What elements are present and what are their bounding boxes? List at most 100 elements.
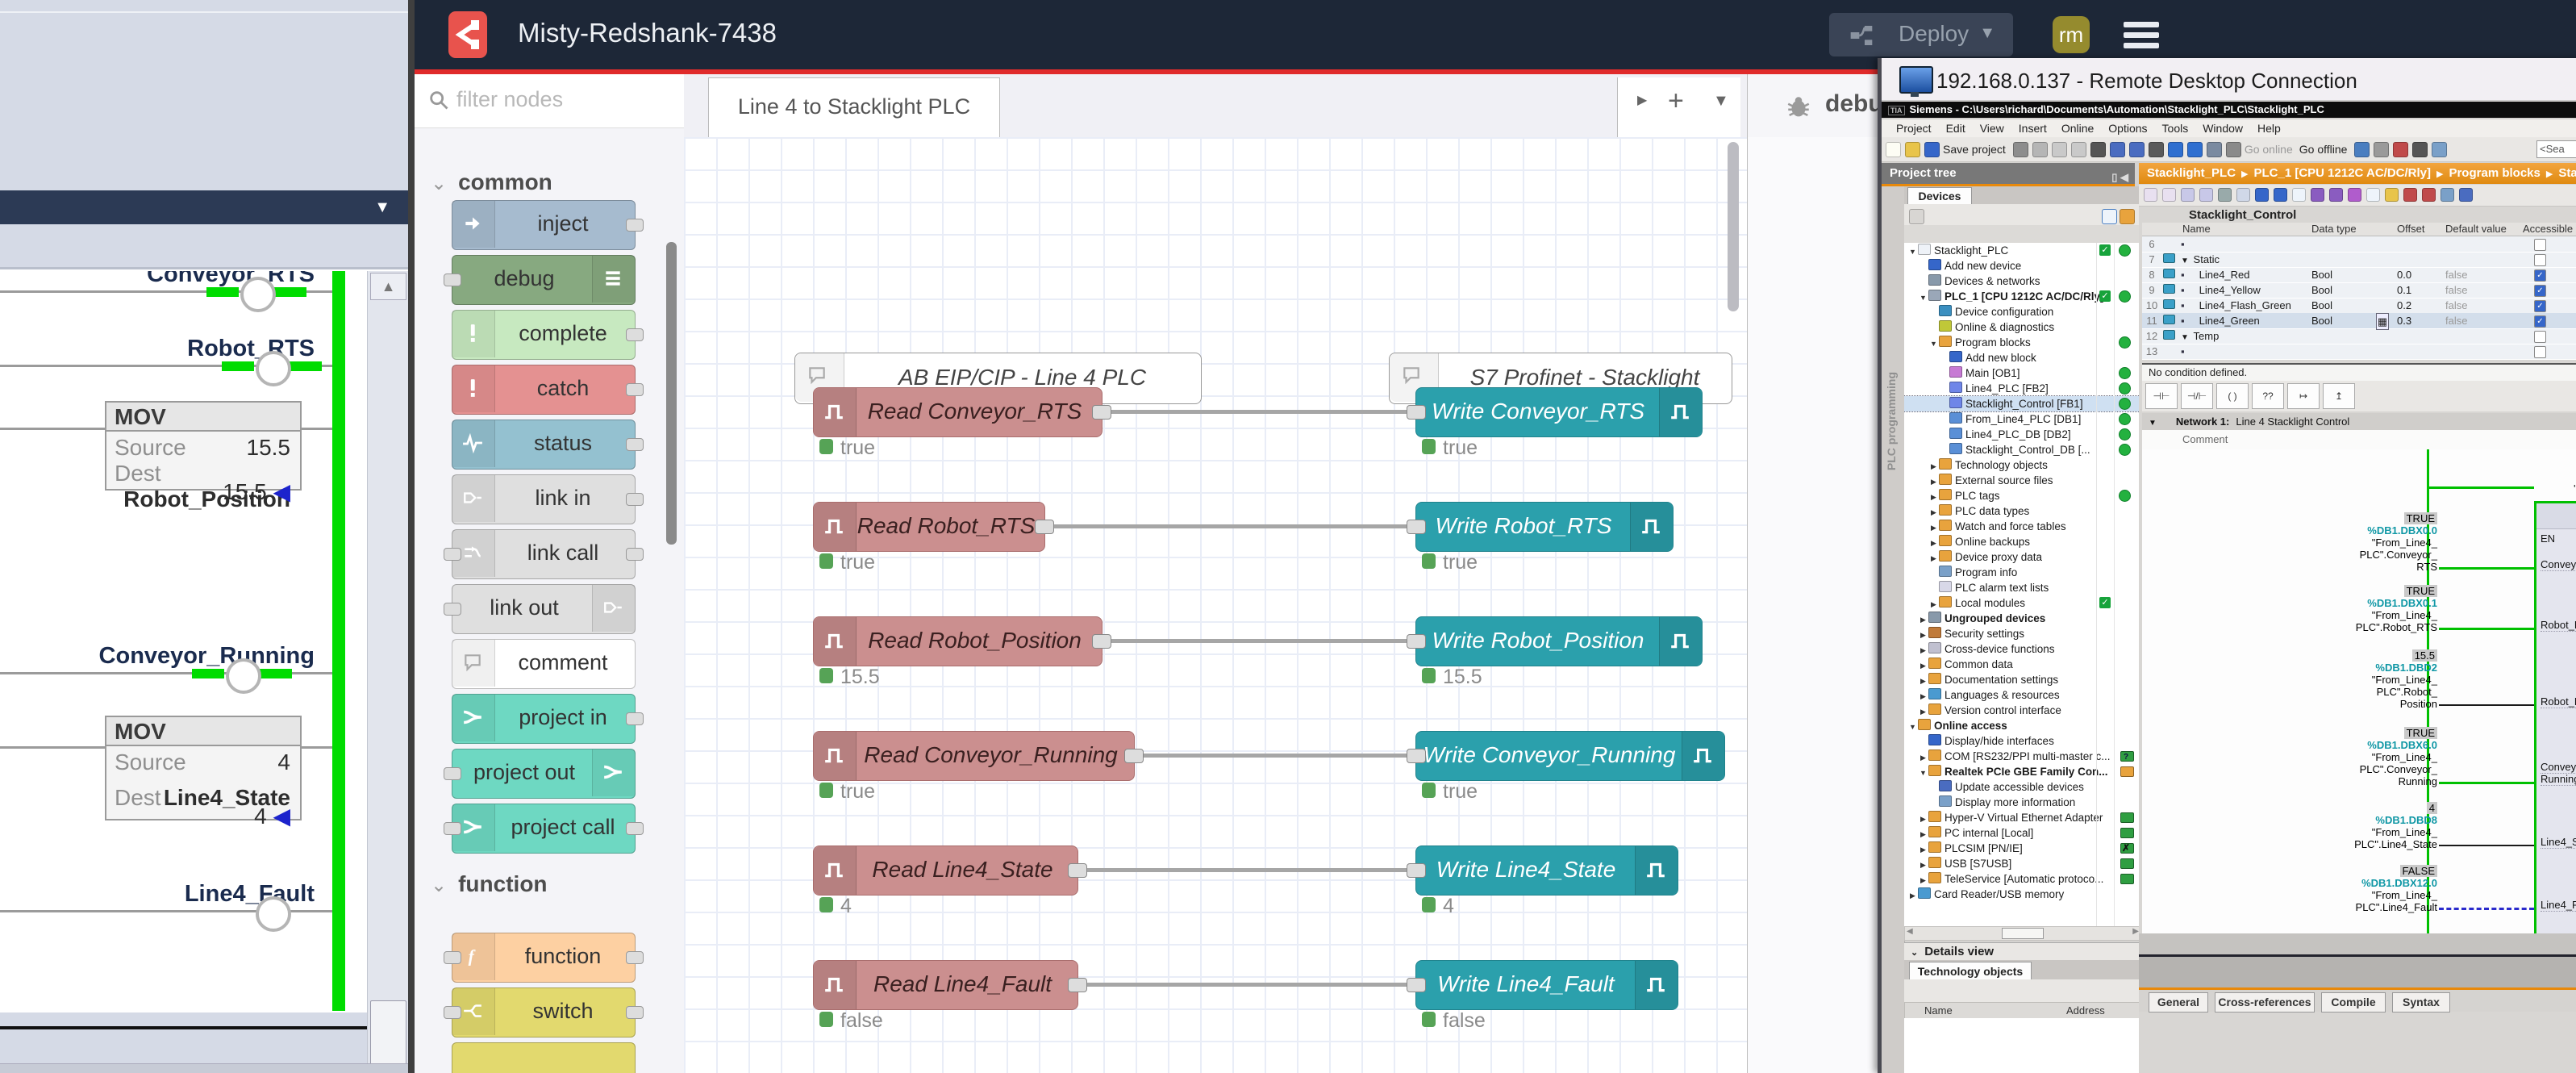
- output-port[interactable]: [626, 712, 644, 725]
- palette-node-link-call[interactable]: link call: [452, 529, 636, 579]
- input-operand[interactable]: TRUE%DB1.DBX6.0"From_Line4_PLC".Conveyor…: [2340, 727, 2437, 787]
- toolbar-icon[interactable]: [2090, 142, 2106, 157]
- rung-tag-label[interactable]: Line4_Fault: [185, 881, 315, 908]
- editor-tool-icon[interactable]: [2366, 188, 2380, 202]
- table-row[interactable]: 7▼ Static: [2142, 252, 2576, 268]
- toolbar-icon[interactable]: [2187, 142, 2203, 157]
- tree-item[interactable]: PLC alarm text lists: [1904, 580, 2140, 595]
- toolbar-icon[interactable]: [2129, 142, 2145, 157]
- input-operand[interactable]: TRUE%DB1.DBX0.1"From_Line4_PLC".Robot_RT…: [2340, 585, 2437, 633]
- tree-item[interactable]: ▶Card Reader/USB memory: [1904, 887, 2140, 902]
- toolbar-icon[interactable]: [2013, 142, 2028, 157]
- go-offline-button[interactable]: Go offline: [2299, 143, 2348, 156]
- palette-section-function[interactable]: ⌄function: [431, 871, 548, 897]
- toolbar-icon[interactable]: [2412, 142, 2428, 157]
- tree-item[interactable]: ▼Program blocks: [1904, 335, 2140, 350]
- input-port[interactable]: [444, 603, 461, 616]
- favorite-instruction-3[interactable]: ??: [2252, 383, 2284, 409]
- editor-tool-icon[interactable]: [2218, 188, 2232, 202]
- toolbar-icon[interactable]: [2226, 142, 2241, 157]
- tree-tool-icon[interactable]: [1909, 209, 1924, 224]
- tree-item[interactable]: ▶Cross-device functions: [1904, 641, 2140, 657]
- editor-tool-icon[interactable]: [2422, 188, 2436, 202]
- palette-node-project-in[interactable]: project in: [452, 694, 636, 744]
- menu-edit[interactable]: Edit: [1946, 119, 1965, 137]
- flow-canvas[interactable]: AB EIP/CIP - Line 4 PLCS7 Profinet - Sta…: [684, 137, 1747, 1073]
- favorite-instruction-0[interactable]: ⊣⊢: [2145, 383, 2178, 409]
- output-port[interactable]: [1092, 634, 1111, 649]
- toolbar-icon[interactable]: [2110, 142, 2125, 157]
- toolbar-icon[interactable]: [2393, 142, 2408, 157]
- output-port[interactable]: [1068, 863, 1087, 878]
- tree-item[interactable]: ▶External source files: [1904, 473, 2140, 488]
- toolbar-icon[interactable]: [2168, 142, 2183, 157]
- scrollbar-thumb[interactable]: [370, 1000, 406, 1073]
- write-node[interactable]: Write Conveyor_RTS: [1415, 387, 1703, 437]
- fb-call-block[interactable]: %FB2"Line4_PLC"ENENOConveyor_RTSRobot_RT…: [2534, 501, 2576, 933]
- palette-node-switch[interactable]: switch: [452, 987, 636, 1038]
- accessible-checkbox[interactable]: ✓: [2534, 269, 2546, 282]
- toolbar-icon[interactable]: [1886, 142, 1901, 157]
- tree-item[interactable]: ▶Online backups: [1904, 534, 2140, 549]
- read-node[interactable]: Read Conveyor_RTS: [813, 387, 1103, 437]
- favorite-instruction-1[interactable]: ⊣/⊢: [2181, 383, 2213, 409]
- output-port[interactable]: [626, 438, 644, 451]
- output-coil[interactable]: [240, 277, 276, 312]
- accessible-checkbox[interactable]: [2534, 239, 2546, 251]
- editor-tool-icon[interactable]: [2329, 188, 2343, 202]
- toolbar-icon[interactable]: [2071, 142, 2086, 157]
- palette-search[interactable]: filter nodes: [415, 74, 684, 128]
- palette-node-catch[interactable]: catch: [452, 365, 636, 415]
- tree-item[interactable]: Add new device: [1904, 258, 2140, 273]
- tree-hscrollbar[interactable]: ◀ ▶: [1904, 926, 2141, 941]
- devices-tab[interactable]: Devices: [1907, 187, 1972, 205]
- accessible-checkbox[interactable]: [2534, 331, 2546, 343]
- palette-node-partial[interactable]: [452, 1042, 636, 1073]
- editor-tool-icon[interactable]: [2348, 188, 2361, 202]
- tree-item[interactable]: Display more information: [1904, 795, 2140, 810]
- flow-list-caret-icon[interactable]: ▼: [1713, 92, 1729, 111]
- tree-item[interactable]: ▶Device proxy data: [1904, 549, 2140, 565]
- output-port[interactable]: [1035, 520, 1054, 534]
- input-port[interactable]: [1407, 520, 1426, 534]
- toolbar-icon[interactable]: [2052, 142, 2067, 157]
- rung-tag-label[interactable]: Conveyor_RTS: [147, 271, 315, 288]
- editor-tool-icon[interactable]: [2144, 188, 2157, 202]
- tree-item[interactable]: Line4_PLC_DB [DB2]: [1904, 427, 2140, 442]
- editor-tool-icon[interactable]: [2199, 188, 2213, 202]
- input-port[interactable]: [444, 822, 461, 835]
- read-node[interactable]: Read Line4_State: [813, 845, 1078, 896]
- tree-item[interactable]: ▼Online access: [1904, 718, 2140, 733]
- tree-item[interactable]: ▶Hyper-V Virtual Ethernet Adapter: [1904, 810, 2140, 825]
- write-node[interactable]: Write Conveyor_Running: [1415, 731, 1725, 781]
- tree-item[interactable]: Online & diagnostics: [1904, 319, 2140, 335]
- editor-tool-icon[interactable]: [2181, 188, 2195, 202]
- inspector-tab-syntax[interactable]: Syntax: [2392, 992, 2450, 1012]
- editor-tool-icon[interactable]: [2403, 188, 2417, 202]
- output-port[interactable]: [626, 383, 644, 396]
- editor-tool-icon[interactable]: [2255, 188, 2269, 202]
- add-flow-icon[interactable]: +: [1668, 86, 1684, 117]
- output-port[interactable]: [626, 1006, 644, 1019]
- ladder-hscrollbar[interactable]: [0, 1063, 408, 1073]
- menu-online[interactable]: Online: [2061, 119, 2094, 137]
- toolbar-icon[interactable]: [2354, 142, 2370, 157]
- deploy-button[interactable]: Deploy ▼: [1829, 13, 2013, 56]
- toolbar-icon[interactable]: [2149, 142, 2164, 157]
- tree-item[interactable]: ▶Documentation settings: [1904, 672, 2140, 687]
- tree-item[interactable]: ▶PLC data types: [1904, 503, 2140, 519]
- input-port[interactable]: [444, 767, 461, 780]
- output-coil[interactable]: [256, 896, 291, 932]
- tree-item[interactable]: From_Line4_PLC [DB1]: [1904, 411, 2140, 427]
- editor-tool-icon[interactable]: [2274, 188, 2287, 202]
- menu-project[interactable]: Project: [1896, 119, 1932, 137]
- editor-tool-icon[interactable]: [2459, 188, 2473, 202]
- editor-tool-icon[interactable]: [2236, 188, 2250, 202]
- read-node[interactable]: Read Line4_Fault: [813, 960, 1078, 1010]
- table-row[interactable]: 12▼ Temp: [2142, 328, 2576, 344]
- tree-item[interactable]: Devices & networks: [1904, 273, 2140, 289]
- toolbar-icon[interactable]: [2032, 142, 2048, 157]
- tree-item[interactable]: ▶PLCSIM [PN/IE]✗: [1904, 841, 2140, 856]
- scroll-up-icon[interactable]: ▲: [370, 273, 406, 300]
- editor-tool-icon[interactable]: [2311, 188, 2324, 202]
